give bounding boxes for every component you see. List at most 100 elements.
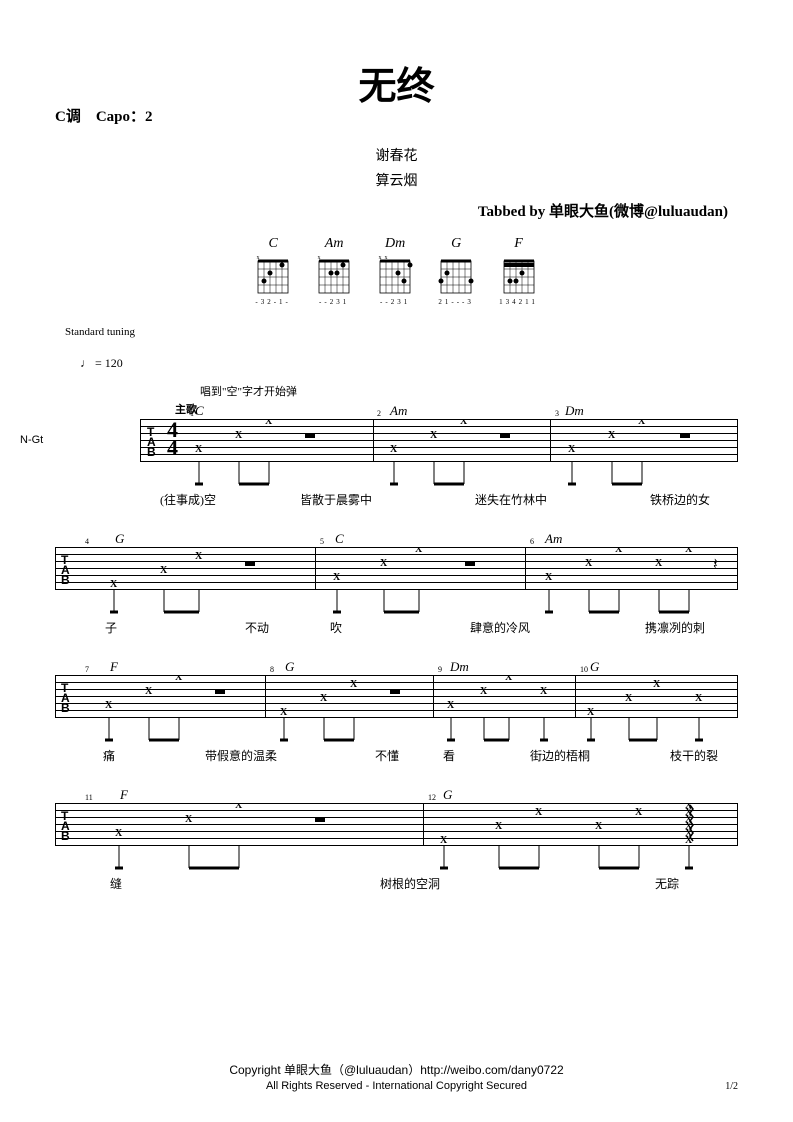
- chord-grid-icon: x: [316, 255, 352, 297]
- lyric-text: 铁桥边的女: [650, 491, 710, 508]
- tempo-marking: ♩ = 120: [80, 356, 738, 371]
- chord-diagram: Am x --231: [316, 236, 352, 306]
- svg-text:X: X: [685, 547, 693, 555]
- lyric-text: 缝: [110, 875, 122, 892]
- lyric-text: 看: [443, 747, 455, 764]
- lyric-text: 不懂: [375, 747, 399, 764]
- tab-notation: X X X X X X X X X: [140, 419, 740, 494]
- chord-marker: G: [590, 659, 599, 675]
- tab-staff: TAB 4 5 6 X X X X X X X X X X X 𝄽: [55, 547, 738, 589]
- chord-name-label: G: [451, 236, 461, 252]
- lyric-text: 携凛冽的刺: [645, 619, 705, 636]
- chord-grid-icon: [438, 255, 474, 297]
- svg-text:X: X: [608, 430, 616, 441]
- lyric-text: 街边的梧桐: [530, 747, 590, 764]
- chord-marker: F: [120, 787, 128, 803]
- svg-text:X: X: [447, 700, 455, 711]
- measure-number: 1: [190, 409, 194, 418]
- section-label: 主歌: [175, 401, 738, 417]
- measure-number: 3: [555, 409, 559, 418]
- svg-text:X: X: [505, 675, 513, 683]
- svg-text:X: X: [415, 547, 423, 555]
- tab-notation: XXX XXX XXXX XXXX: [55, 675, 740, 750]
- svg-text:x: x: [257, 255, 260, 261]
- chord-diagram: Dm xx --231: [377, 236, 413, 306]
- chord-marker: Dm: [450, 659, 469, 675]
- measure-number: 2: [377, 409, 381, 418]
- svg-text:X: X: [625, 693, 633, 704]
- svg-text:X: X: [545, 572, 553, 583]
- chord-name-label: C: [268, 236, 277, 252]
- svg-text:X: X: [480, 686, 488, 697]
- svg-text:X: X: [653, 679, 661, 690]
- chord-marker: G: [115, 531, 124, 547]
- capo-info: C调 Capo：2: [55, 105, 153, 126]
- svg-text:X: X: [695, 693, 703, 704]
- svg-text:X: X: [595, 821, 603, 832]
- tab-notation: X X X X X X X X X X X 𝄽: [55, 547, 740, 622]
- performance-note: 唱到"空"字才开始弹: [200, 383, 738, 399]
- svg-text:x: x: [318, 255, 321, 261]
- svg-text:X: X: [495, 821, 503, 832]
- lyric-text: 无踪: [655, 875, 679, 892]
- svg-text:X: X: [175, 675, 183, 683]
- chord-marker: Am: [545, 531, 562, 547]
- rights-line: All Rights Reserved - International Copy…: [0, 1080, 793, 1092]
- svg-text:x: x: [379, 255, 382, 261]
- chord-fingering: 134211: [499, 298, 538, 306]
- lyric-text: 子: [105, 619, 117, 636]
- svg-text:X: X: [430, 430, 438, 441]
- measure-number: 11: [85, 793, 93, 802]
- page-number: 1/2: [725, 1081, 738, 1092]
- tuning-label: Standard tuning: [65, 326, 738, 338]
- measure-number: 6: [530, 537, 534, 546]
- chord-marker: Am: [390, 403, 407, 419]
- lyric-text: 迷失在竹林中: [475, 491, 547, 508]
- chord-fingering: 21---3: [438, 298, 474, 306]
- chord-fingering: --231: [319, 298, 349, 306]
- measure-number: 7: [85, 665, 89, 674]
- chord-diagram-row: C x -32-1- Am x --231 Dm xx --231 G 21--…: [55, 236, 738, 306]
- svg-text:X: X: [110, 579, 118, 590]
- svg-text:X: X: [655, 558, 663, 569]
- chord-name-label: F: [514, 236, 523, 252]
- tab-staff-row: G C Am TAB 4 5 6 X X X X X X X X X X X: [55, 547, 738, 635]
- svg-text:X: X: [585, 558, 593, 569]
- svg-text:X: X: [195, 551, 203, 562]
- measure-number: 12: [428, 793, 436, 802]
- svg-text:X: X: [540, 686, 548, 697]
- svg-text:X: X: [390, 444, 398, 455]
- svg-text:X: X: [440, 835, 448, 846]
- measure-number: 10: [580, 665, 588, 674]
- tab-staff-row: C Am Dm N-Gt TAB 44 1 2 3 X X X X X X: [55, 419, 738, 507]
- lyric-text: 皆散于晨雾中: [300, 491, 372, 508]
- album-name: 算云烟: [55, 170, 738, 190]
- svg-text:X: X: [380, 558, 388, 569]
- svg-text:X: X: [568, 444, 576, 455]
- lyric-text: 痛: [103, 747, 115, 764]
- svg-text:X: X: [350, 679, 358, 690]
- svg-text:X: X: [587, 707, 595, 718]
- measure-number: 4: [85, 537, 89, 546]
- tab-staff-row: F G TAB 11 12 XXX XXXXX XXXXXX 缝 树根的空洞 无…: [55, 803, 738, 891]
- tab-staff-row: F G Dm G TAB 7 8 9 10 XXX XXX XXXX XXXX: [55, 675, 738, 763]
- svg-text:X: X: [265, 419, 273, 427]
- svg-text:X: X: [535, 807, 543, 818]
- chord-diagram: G 21---3: [438, 236, 474, 306]
- svg-text:X: X: [685, 835, 693, 846]
- chord-grid-icon: xx: [377, 255, 413, 297]
- lyric-text: (往事成)空: [160, 491, 216, 508]
- svg-text:X: X: [638, 419, 646, 427]
- svg-text:X: X: [105, 700, 113, 711]
- tabber-credit: Tabbed by 单眼大鱼(微博@luluaudan): [55, 200, 728, 221]
- svg-text:X: X: [145, 686, 153, 697]
- lyric-text: 肆意的冷风: [470, 619, 530, 636]
- svg-text:X: X: [615, 547, 623, 555]
- lyric-text: 吹: [330, 619, 342, 636]
- artist-name: 谢春花: [55, 145, 738, 165]
- svg-text:X: X: [460, 419, 468, 427]
- tab-notation: XXX XXXXX XXXXXX: [55, 803, 740, 878]
- svg-text:x: x: [385, 255, 388, 261]
- chord-name-label: Dm: [385, 236, 405, 252]
- chord-marker: Dm: [565, 403, 584, 419]
